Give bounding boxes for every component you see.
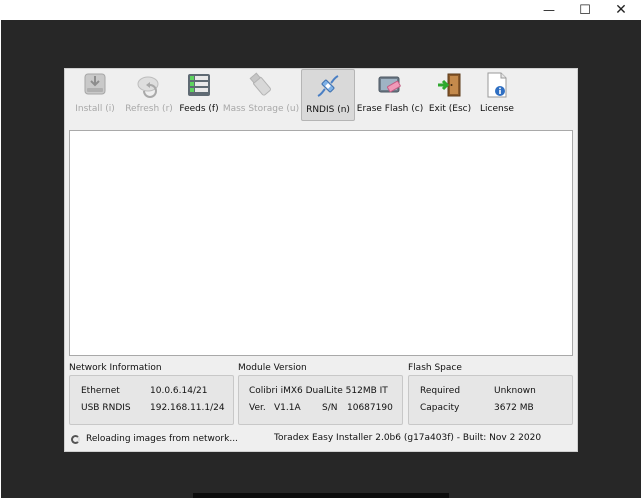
feeds-label: Feeds (f) [179,104,219,114]
main-toolbar: Install (i) Refresh (r) Feeds (f) Mass S… [65,69,577,123]
easy-installer-window: Install (i) Refresh (r) Feeds (f) Mass S… [64,68,578,452]
license-label: License [480,104,514,114]
erase-flash-label: Erase Flash (c) [356,104,424,114]
install-button[interactable]: Install (i) [69,69,121,121]
flash-space-panel: Required Unknown Capacity 3672 MB [408,375,573,425]
close-window-button[interactable]: ✕ [606,0,636,20]
module-ver-label: Ver. [249,403,266,413]
rndis-label: RNDIS (n) [306,105,350,115]
rndis-cable-icon [317,75,339,97]
module-sn-value: 10687190 [347,403,393,413]
feeds-icon [188,74,210,96]
module-name: Colibri iMX6 DualLite 512MB IT [249,386,388,396]
flash-space-title: Flash Space [408,363,462,373]
flash-required-label: Required [420,386,461,396]
network-information-panel: Ethernet 10.0.6.14/21 USB RNDIS 192.168.… [69,375,234,425]
window-titlebar: — ☐ ✕ [0,0,641,20]
mass-storage-button[interactable]: Mass Storage (u) [221,69,301,121]
mass-storage-label: Mass Storage (u) [222,104,300,114]
status-message: Reloading images from network... [86,434,238,444]
ethernet-value: 10.0.6.14/21 [150,386,208,396]
erase-flash-button[interactable]: Erase Flash (c) [355,69,425,121]
refresh-label: Refresh (r) [125,104,173,114]
module-sn-label: S/N [322,403,338,413]
usb-rndis-label: USB RNDIS [81,403,131,413]
module-version-panel: Colibri iMX6 DualLite 512MB IT Ver. V1.1… [238,375,403,425]
exit-door-icon [438,73,461,97]
ethernet-label: Ethernet [81,386,120,396]
refresh-button[interactable]: Refresh (r) [121,69,177,121]
network-information-title: Network Information [69,363,162,373]
license-button[interactable]: License [475,69,519,121]
module-version-title: Module Version [238,363,307,373]
install-icon [84,73,106,95]
status-bar: Reloading images from network... Toradex… [69,431,575,447]
refresh-icon [137,76,159,98]
installer-version: Toradex Easy Installer 2.0b6 (g17a403f) … [274,433,542,443]
install-label: Install (i) [75,104,115,114]
rndis-button[interactable]: RNDIS (n) [301,69,355,121]
usb-rndis-value: 192.168.11.1/24 [150,403,225,413]
erase-flash-icon [378,76,401,93]
loading-spinner-icon [71,434,80,444]
exit-label: Exit (Esc) [428,104,472,114]
flash-required-value: Unknown [494,386,536,396]
usb-stick-icon [249,72,271,96]
minimize-button[interactable]: — [534,0,564,20]
exit-button[interactable]: Exit (Esc) [425,69,475,121]
maximize-button[interactable]: ☐ [570,0,600,20]
display-bottom-bar [193,493,449,498]
flash-capacity-value: 3672 MB [494,403,534,413]
flash-capacity-label: Capacity [420,403,460,413]
feeds-button[interactable]: Feeds (f) [177,69,221,121]
image-list[interactable] [69,130,573,356]
license-document-icon [487,72,507,98]
module-ver-value: V1.1A [274,403,301,413]
